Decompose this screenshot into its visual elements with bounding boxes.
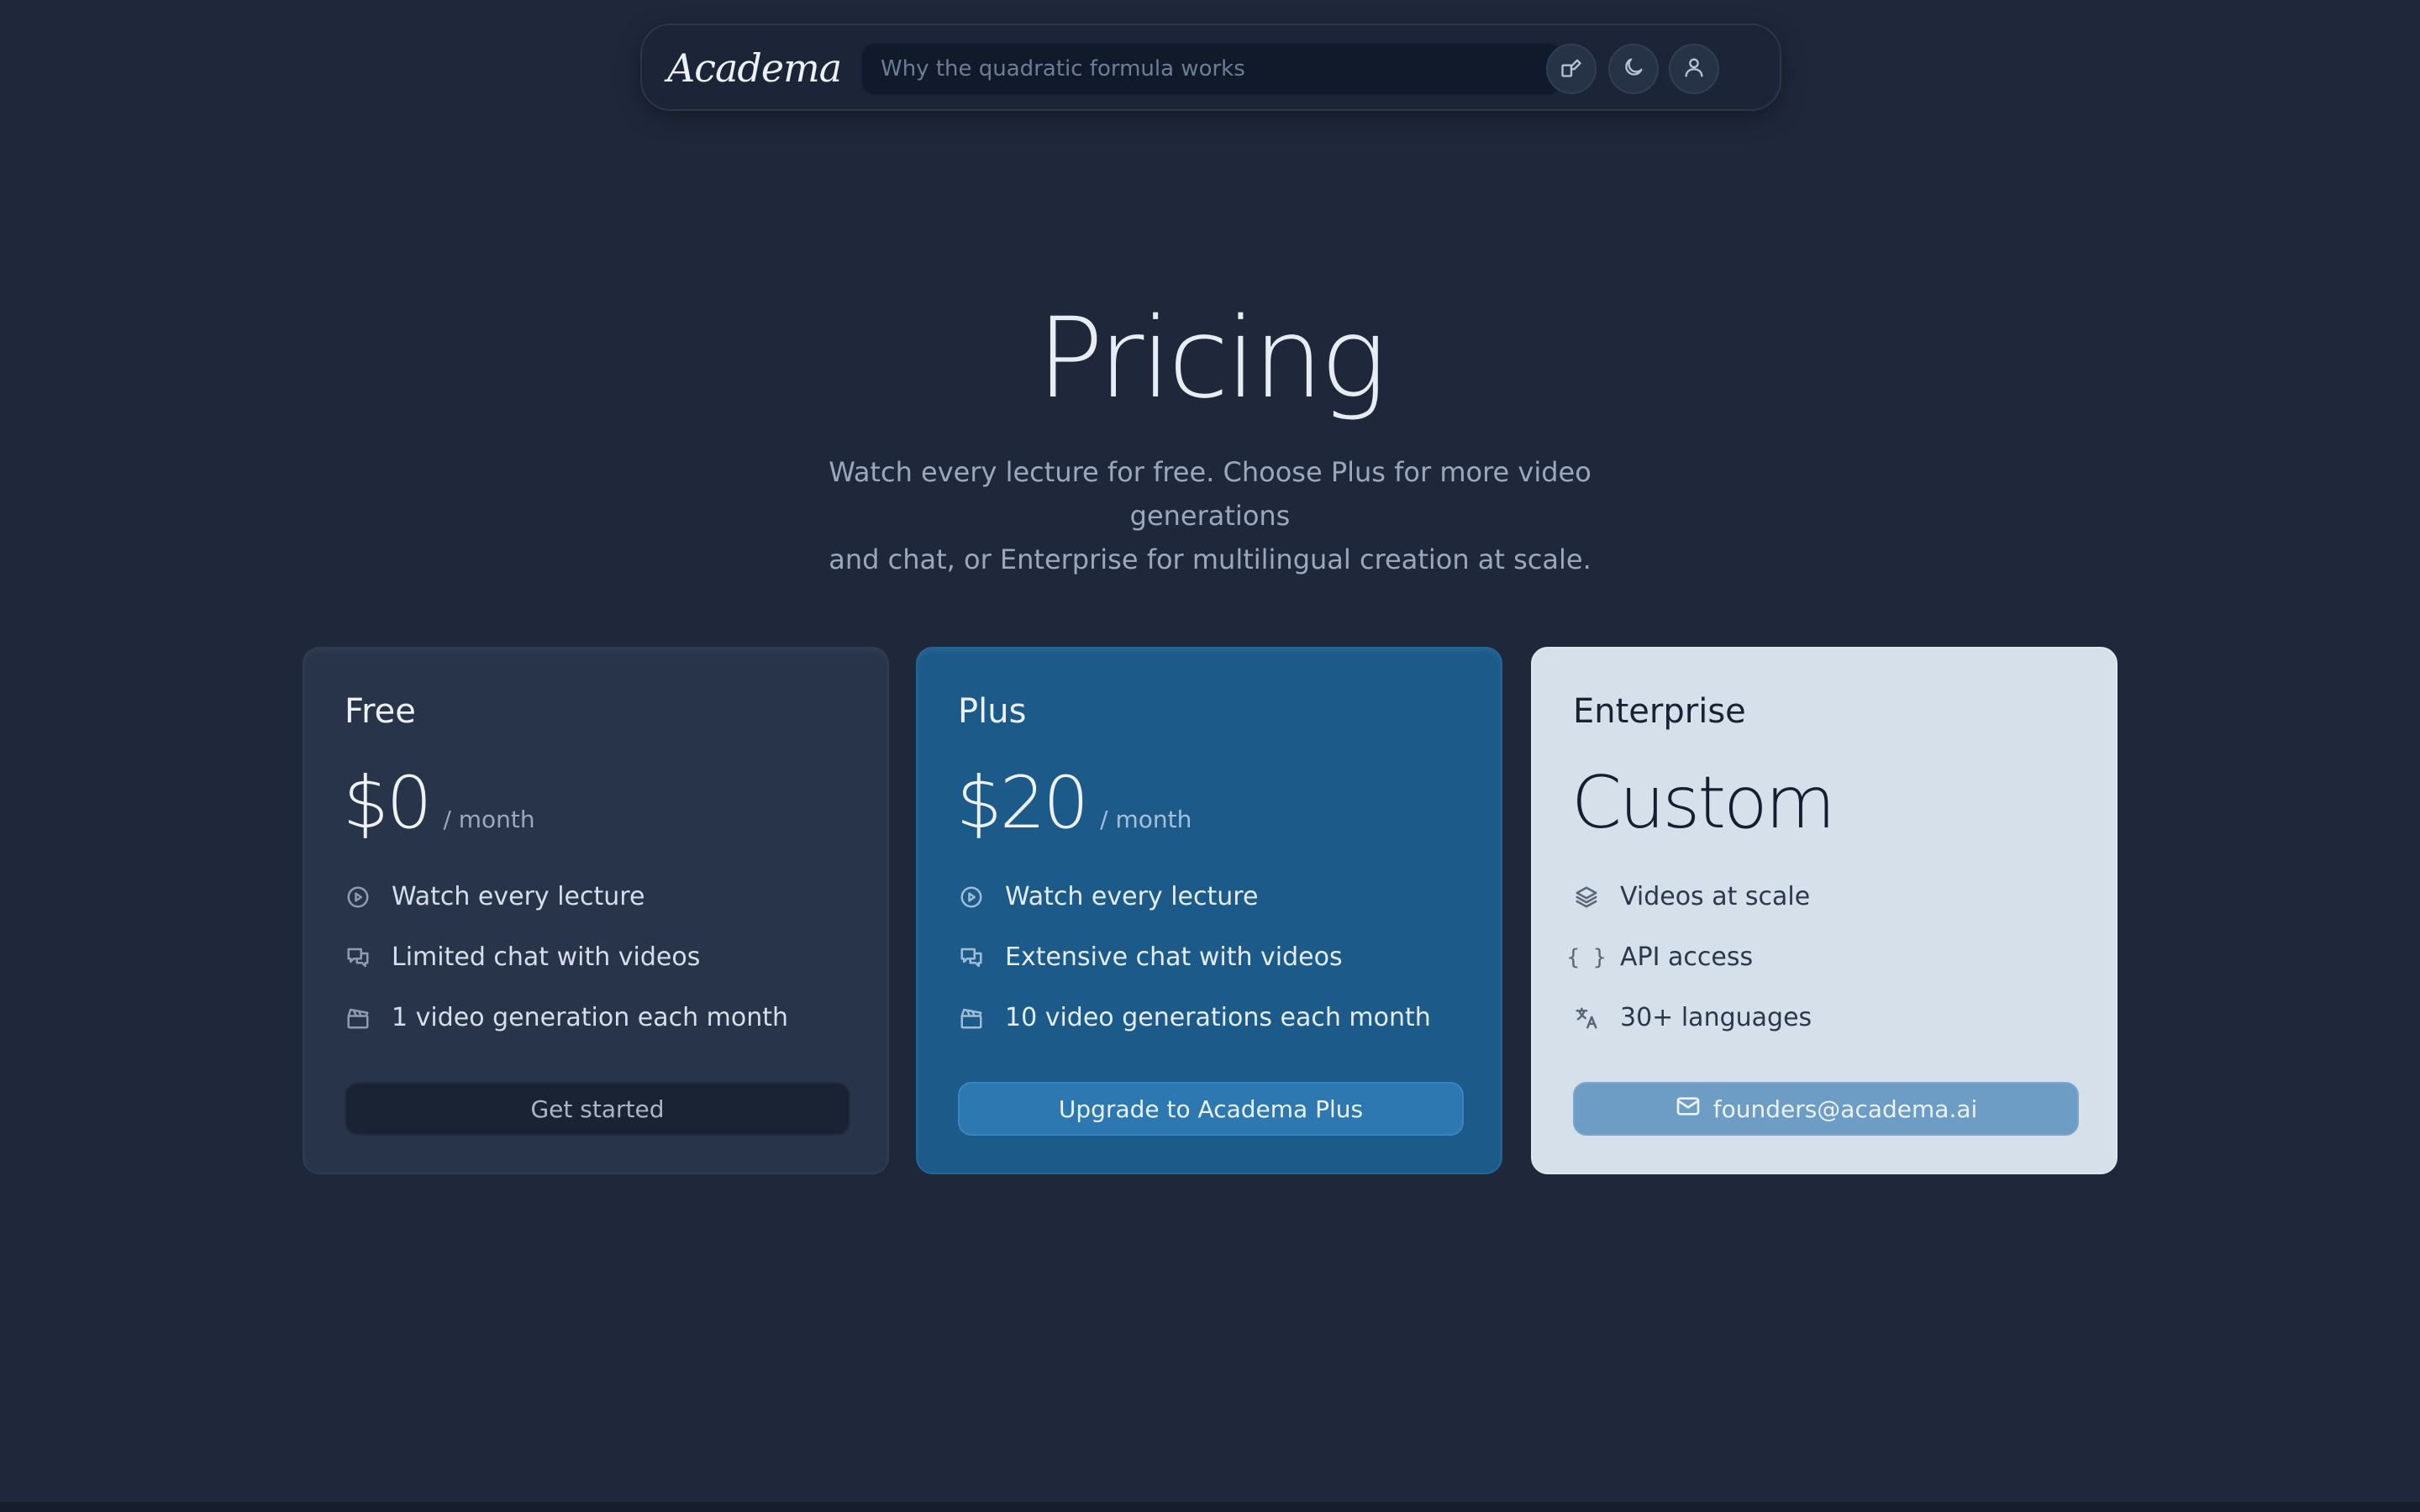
- account-button[interactable]: [1669, 44, 1719, 94]
- moon-icon: [1622, 55, 1645, 82]
- plan-price: Custom: [1571, 761, 1835, 845]
- plan-name: Plus: [958, 692, 1027, 731]
- shapes-button[interactable]: [1546, 44, 1597, 94]
- price-row: Custom: [1571, 761, 1835, 845]
- plan-name: Free: [345, 692, 416, 731]
- feature-item: Watch every lecture: [958, 882, 1258, 911]
- play-circle-icon: [958, 884, 985, 911]
- subtitle-line-1: Watch every lecture for free. Choose Plu…: [829, 456, 1591, 532]
- layers-icon: [1573, 884, 1600, 911]
- logo[interactable]: Academa: [667, 45, 842, 91]
- upgrade-plus-button[interactable]: Upgrade to Academa Plus: [958, 1082, 1464, 1136]
- plan-name: Enterprise: [1573, 692, 1746, 731]
- feature-label: 30+ languages: [1620, 1003, 1812, 1032]
- clapperboard-icon: [958, 1005, 985, 1032]
- price-period: / month: [1100, 806, 1192, 833]
- price-period: / month: [443, 806, 535, 833]
- price-row: $20 / month: [956, 761, 1192, 845]
- page-subtitle: Watch every lecture for free. Choose Plu…: [748, 450, 1672, 581]
- feature-item: Limited chat with videos: [345, 942, 700, 972]
- plan-card-enterprise: Enterprise Custom Videos at scale { } AP…: [1531, 647, 2118, 1174]
- mail-icon: [1675, 1093, 1713, 1126]
- feature-item: Watch every lecture: [345, 882, 644, 911]
- feature-label: Watch every lecture: [1005, 882, 1259, 911]
- feature-label: Extensive chat with videos: [1005, 942, 1343, 972]
- braces-icon: { }: [1566, 944, 1607, 970]
- chat-icon: [958, 944, 985, 971]
- feature-label: Watch every lecture: [392, 882, 645, 911]
- feature-item: 10 video generations each month: [958, 1003, 1431, 1032]
- translate-icon: [1573, 1005, 1600, 1032]
- contact-email-label: founders@academa.ai: [1712, 1095, 1978, 1123]
- plan-card-plus: Plus $20 / month Watch every lecture Ext…: [916, 647, 1502, 1174]
- shapes-icon: [1560, 55, 1583, 82]
- chat-icon: [345, 944, 371, 971]
- plan-price: $20: [956, 761, 1089, 845]
- feature-item: 30+ languages: [1573, 1003, 1812, 1032]
- feature-item: Extensive chat with videos: [958, 942, 1343, 972]
- feature-label: Videos at scale: [1620, 882, 1811, 911]
- feature-label: 1 video generation each month: [392, 1003, 789, 1032]
- feature-label: 10 video generations each month: [1005, 1003, 1431, 1032]
- top-navigation-bar: Academa: [640, 24, 1781, 111]
- play-circle-icon: [345, 884, 371, 911]
- feature-item: 1 video generation each month: [345, 1003, 788, 1032]
- feature-label: API access: [1620, 942, 1754, 972]
- footer-edge: [0, 1502, 2420, 1512]
- search-input[interactable]: [860, 42, 1563, 96]
- plan-card-free: Free $0 / month Watch every lecture Limi…: [302, 647, 889, 1174]
- feature-item: { } API access: [1566, 942, 1754, 972]
- feature-item: Videos at scale: [1573, 882, 1810, 911]
- contact-email-button[interactable]: founders@academa.ai: [1573, 1082, 2079, 1136]
- user-icon: [1682, 55, 1706, 82]
- page-title: Pricing: [1036, 294, 1386, 423]
- subtitle-line-2: and chat, or Enterprise for multilingual…: [829, 543, 1591, 575]
- pricing-page: Academa Pricing Watch every lecture for …: [0, 0, 2420, 1512]
- price-row: $0 / month: [343, 761, 535, 845]
- feature-label: Limited chat with videos: [392, 942, 701, 972]
- theme-toggle-button[interactable]: [1608, 44, 1659, 94]
- plan-price: $0: [343, 761, 432, 845]
- clapperboard-icon: [345, 1005, 371, 1032]
- get-started-button[interactable]: Get started: [345, 1082, 850, 1136]
